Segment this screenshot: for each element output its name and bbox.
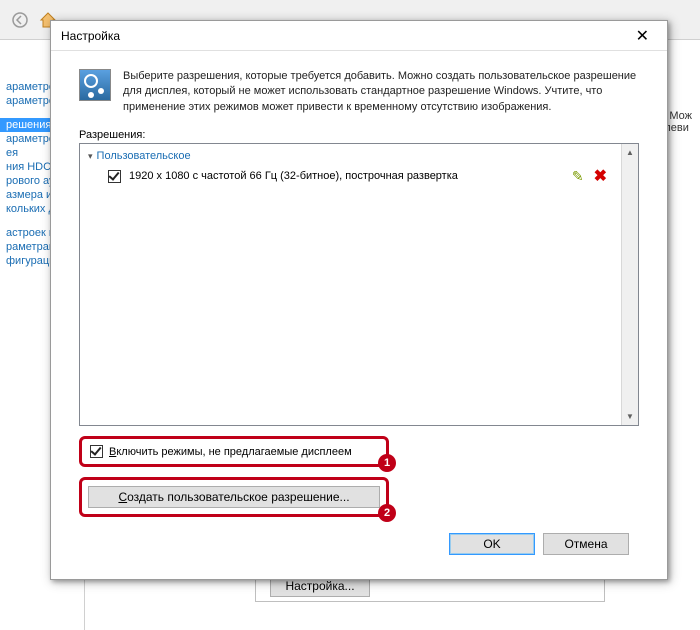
cancel-button[interactable]: Отмена bbox=[543, 533, 629, 555]
create-btn-underline: С bbox=[118, 490, 127, 504]
delete-icon[interactable]: ✖ bbox=[594, 166, 607, 186]
back-icon[interactable] bbox=[10, 10, 30, 30]
info-row: Выберите разрешения, которые требуется д… bbox=[79, 69, 639, 115]
annotation-marker-1: 1 bbox=[378, 454, 396, 472]
resolution-group-header[interactable]: ▾ Пользовательское bbox=[88, 150, 613, 162]
scrollbar[interactable]: ▲ ▼ bbox=[621, 144, 638, 425]
resolution-item[interactable]: 1920 x 1080 с частотой 66 Гц (32-битное)… bbox=[88, 162, 613, 190]
scroll-up-icon[interactable]: ▲ bbox=[622, 144, 638, 161]
create-custom-resolution-button[interactable]: Создать пользовательское разрешение... bbox=[88, 486, 380, 508]
dialog-body: Выберите разрешения, которые требуется д… bbox=[51, 51, 667, 579]
dialog-footer: OK Отмена bbox=[79, 527, 639, 569]
highlight-create-button: Создать пользовательское разрешение... 2 bbox=[79, 477, 389, 517]
close-icon[interactable]: ✕ bbox=[628, 26, 657, 46]
monitor-icon bbox=[79, 69, 111, 101]
edit-icon[interactable]: ✎ bbox=[572, 168, 584, 185]
enable-modes-label[interactable]: Включить режимы, не предлагаемые дисплее… bbox=[109, 446, 352, 458]
highlight-enable-modes: Включить режимы, не предлагаемые дисплее… bbox=[79, 436, 389, 467]
scroll-down-icon[interactable]: ▼ bbox=[622, 408, 638, 425]
collapse-icon[interactable]: ▾ bbox=[88, 151, 93, 162]
dialog-title: Настройка bbox=[61, 29, 120, 43]
resolution-item-text: 1920 x 1080 с частотой 66 Гц (32-битное)… bbox=[129, 170, 458, 182]
dialog-titlebar: Настройка ✕ bbox=[51, 21, 667, 51]
resolution-item-checkbox[interactable] bbox=[108, 170, 121, 183]
ok-button[interactable]: OK bbox=[449, 533, 535, 555]
enable-modes-checkbox[interactable] bbox=[90, 445, 103, 458]
info-text: Выберите разрешения, которые требуется д… bbox=[123, 69, 639, 115]
resolutions-label: Разрешения: bbox=[79, 129, 639, 141]
settings-dialog: Настройка ✕ Выберите разрешения, которые… bbox=[50, 20, 668, 580]
annotation-marker-2: 2 bbox=[378, 504, 396, 522]
resolutions-listbox[interactable]: ▾ Пользовательское 1920 x 1080 с частото… bbox=[79, 143, 639, 426]
